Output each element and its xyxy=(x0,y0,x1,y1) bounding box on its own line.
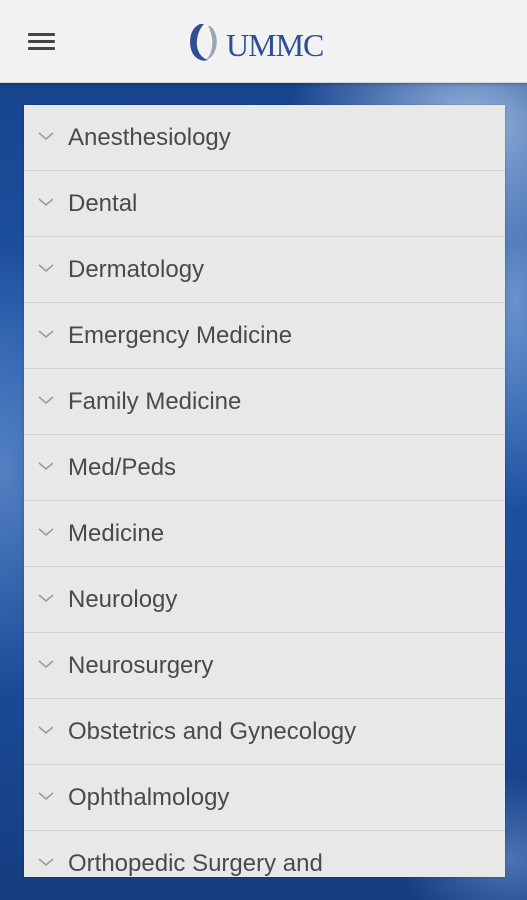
list-item[interactable]: Family Medicine xyxy=(24,369,505,435)
list-item[interactable]: Orthopedic Surgery and xyxy=(24,831,505,877)
list-item[interactable]: Obstetrics and Gynecology xyxy=(24,699,505,765)
chevron-down-icon xyxy=(38,726,54,734)
list-item-label: Medicine xyxy=(68,520,165,547)
chevron-down-icon xyxy=(38,462,54,470)
list-item-label: Family Medicine xyxy=(68,388,242,415)
list-item[interactable]: Dermatology xyxy=(24,237,505,303)
list-item[interactable]: Emergency Medicine xyxy=(24,303,505,369)
list-item-label: Obstetrics and Gynecology xyxy=(68,718,357,745)
chevron-down-icon xyxy=(38,528,54,536)
list-item-label: Anesthesiology xyxy=(68,124,231,151)
chevron-down-icon xyxy=(38,396,54,404)
chevron-down-icon xyxy=(38,660,54,668)
list-item-label: Dermatology xyxy=(68,256,205,283)
chevron-down-icon xyxy=(38,198,54,206)
logo-text: UMMC xyxy=(226,26,324,63)
list-item-label: Ophthalmology xyxy=(68,784,230,811)
chevron-down-icon xyxy=(38,792,54,800)
chevron-down-icon xyxy=(38,858,54,866)
chevron-down-icon xyxy=(38,594,54,602)
list-item[interactable]: Med/Peds xyxy=(24,435,505,501)
list-item[interactable]: Neurosurgery xyxy=(24,633,505,699)
list-item[interactable]: Medicine xyxy=(24,501,505,567)
ummc-logo-mark-icon xyxy=(190,24,217,61)
list-item[interactable]: Anesthesiology xyxy=(24,105,505,171)
chevron-down-icon xyxy=(38,132,54,140)
list-item-label: Med/Peds xyxy=(68,454,177,481)
chevron-down-icon xyxy=(38,264,54,272)
list-item-label: Orthopedic Surgery and xyxy=(68,850,323,877)
list-item[interactable]: Neurology xyxy=(24,567,505,633)
list-item-label: Neurosurgery xyxy=(68,652,214,679)
hamburger-menu-icon[interactable] xyxy=(22,26,62,58)
app-header: UMMC xyxy=(0,0,527,83)
list-item-label: Dental xyxy=(68,190,138,217)
department-list: Anesthesiology Dental Dermatology Emergency… xyxy=(24,105,505,877)
list-item-label: Neurology xyxy=(68,586,178,613)
ummc-logo: UMMC xyxy=(186,20,324,64)
list-item[interactable]: Dental xyxy=(24,171,505,237)
chevron-down-icon xyxy=(38,330,54,338)
list-item-label: Emergency Medicine xyxy=(68,322,293,349)
list-item[interactable]: Ophthalmology xyxy=(24,765,505,831)
